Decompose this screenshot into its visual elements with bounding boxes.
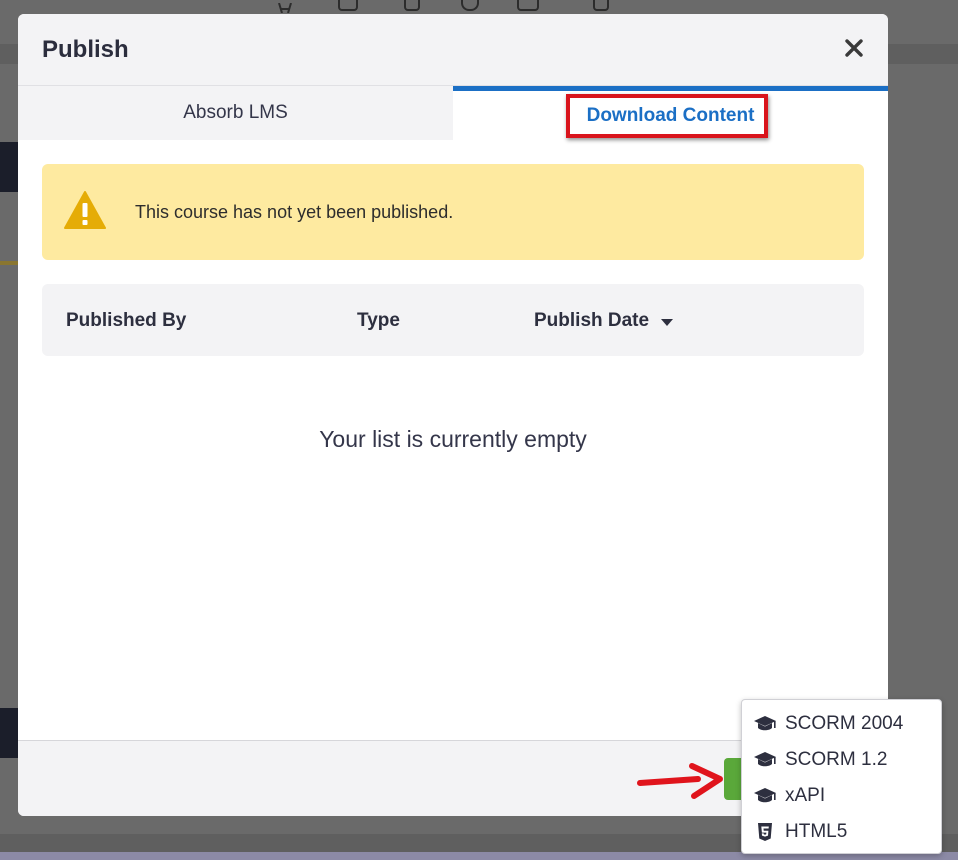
- menu-item-scorm-1-2[interactable]: SCORM 1.2: [742, 742, 941, 778]
- graduation-cap-icon: [753, 750, 777, 770]
- background-tool-icon: [593, 0, 609, 11]
- publish-modal: Publish Absorb LMS Download Content This…: [18, 14, 888, 816]
- tab-bar: Absorb LMS Download Content: [18, 86, 888, 140]
- close-button[interactable]: [842, 36, 866, 60]
- table-header: Published By Type Publish Date: [42, 284, 864, 356]
- background-tool-icon: [517, 0, 539, 11]
- menu-item-label: SCORM 2004: [785, 713, 904, 734]
- html5-icon: [753, 822, 777, 842]
- column-publish-date[interactable]: Publish Date: [534, 310, 674, 332]
- graduation-cap-icon: [753, 714, 777, 734]
- red-arrow-annotation: [637, 763, 723, 799]
- column-publish-date-label: Publish Date: [534, 310, 650, 331]
- menu-item-label: xAPI: [785, 785, 826, 806]
- menu-item-label: HTML5: [785, 821, 848, 842]
- menu-item-label: SCORM 1.2: [785, 749, 888, 770]
- warning-alert: This course has not yet been published.: [42, 164, 864, 260]
- column-type[interactable]: Type: [357, 310, 400, 332]
- background-tool-icon: [278, 0, 292, 14]
- graduation-cap-icon: [753, 786, 777, 806]
- background-tool-icon: [404, 0, 420, 11]
- tab-download-content[interactable]: Download Content: [453, 86, 888, 140]
- warning-icon: [64, 191, 106, 229]
- tab-absorb-lms[interactable]: Absorb LMS: [18, 86, 453, 140]
- empty-list-message: Your list is currently empty: [319, 426, 587, 452]
- modal-title: Publish: [42, 36, 129, 63]
- menu-item-scorm-2004[interactable]: SCORM 2004: [742, 706, 941, 742]
- modal-header: Publish: [18, 14, 888, 86]
- menu-item-xapi[interactable]: xAPI: [742, 778, 941, 814]
- background-tool-icon: [461, 0, 479, 11]
- menu-item-html5[interactable]: HTML5: [742, 814, 941, 850]
- alert-message: This course has not yet been published.: [135, 202, 454, 222]
- column-published-by[interactable]: Published By: [66, 310, 186, 332]
- export-format-dropdown: SCORM 2004 SCORM 1.2 xAPI HTML5: [741, 699, 942, 854]
- sort-descending-icon: [661, 318, 674, 326]
- background-tool-icon: [338, 0, 358, 11]
- close-icon: [845, 39, 863, 57]
